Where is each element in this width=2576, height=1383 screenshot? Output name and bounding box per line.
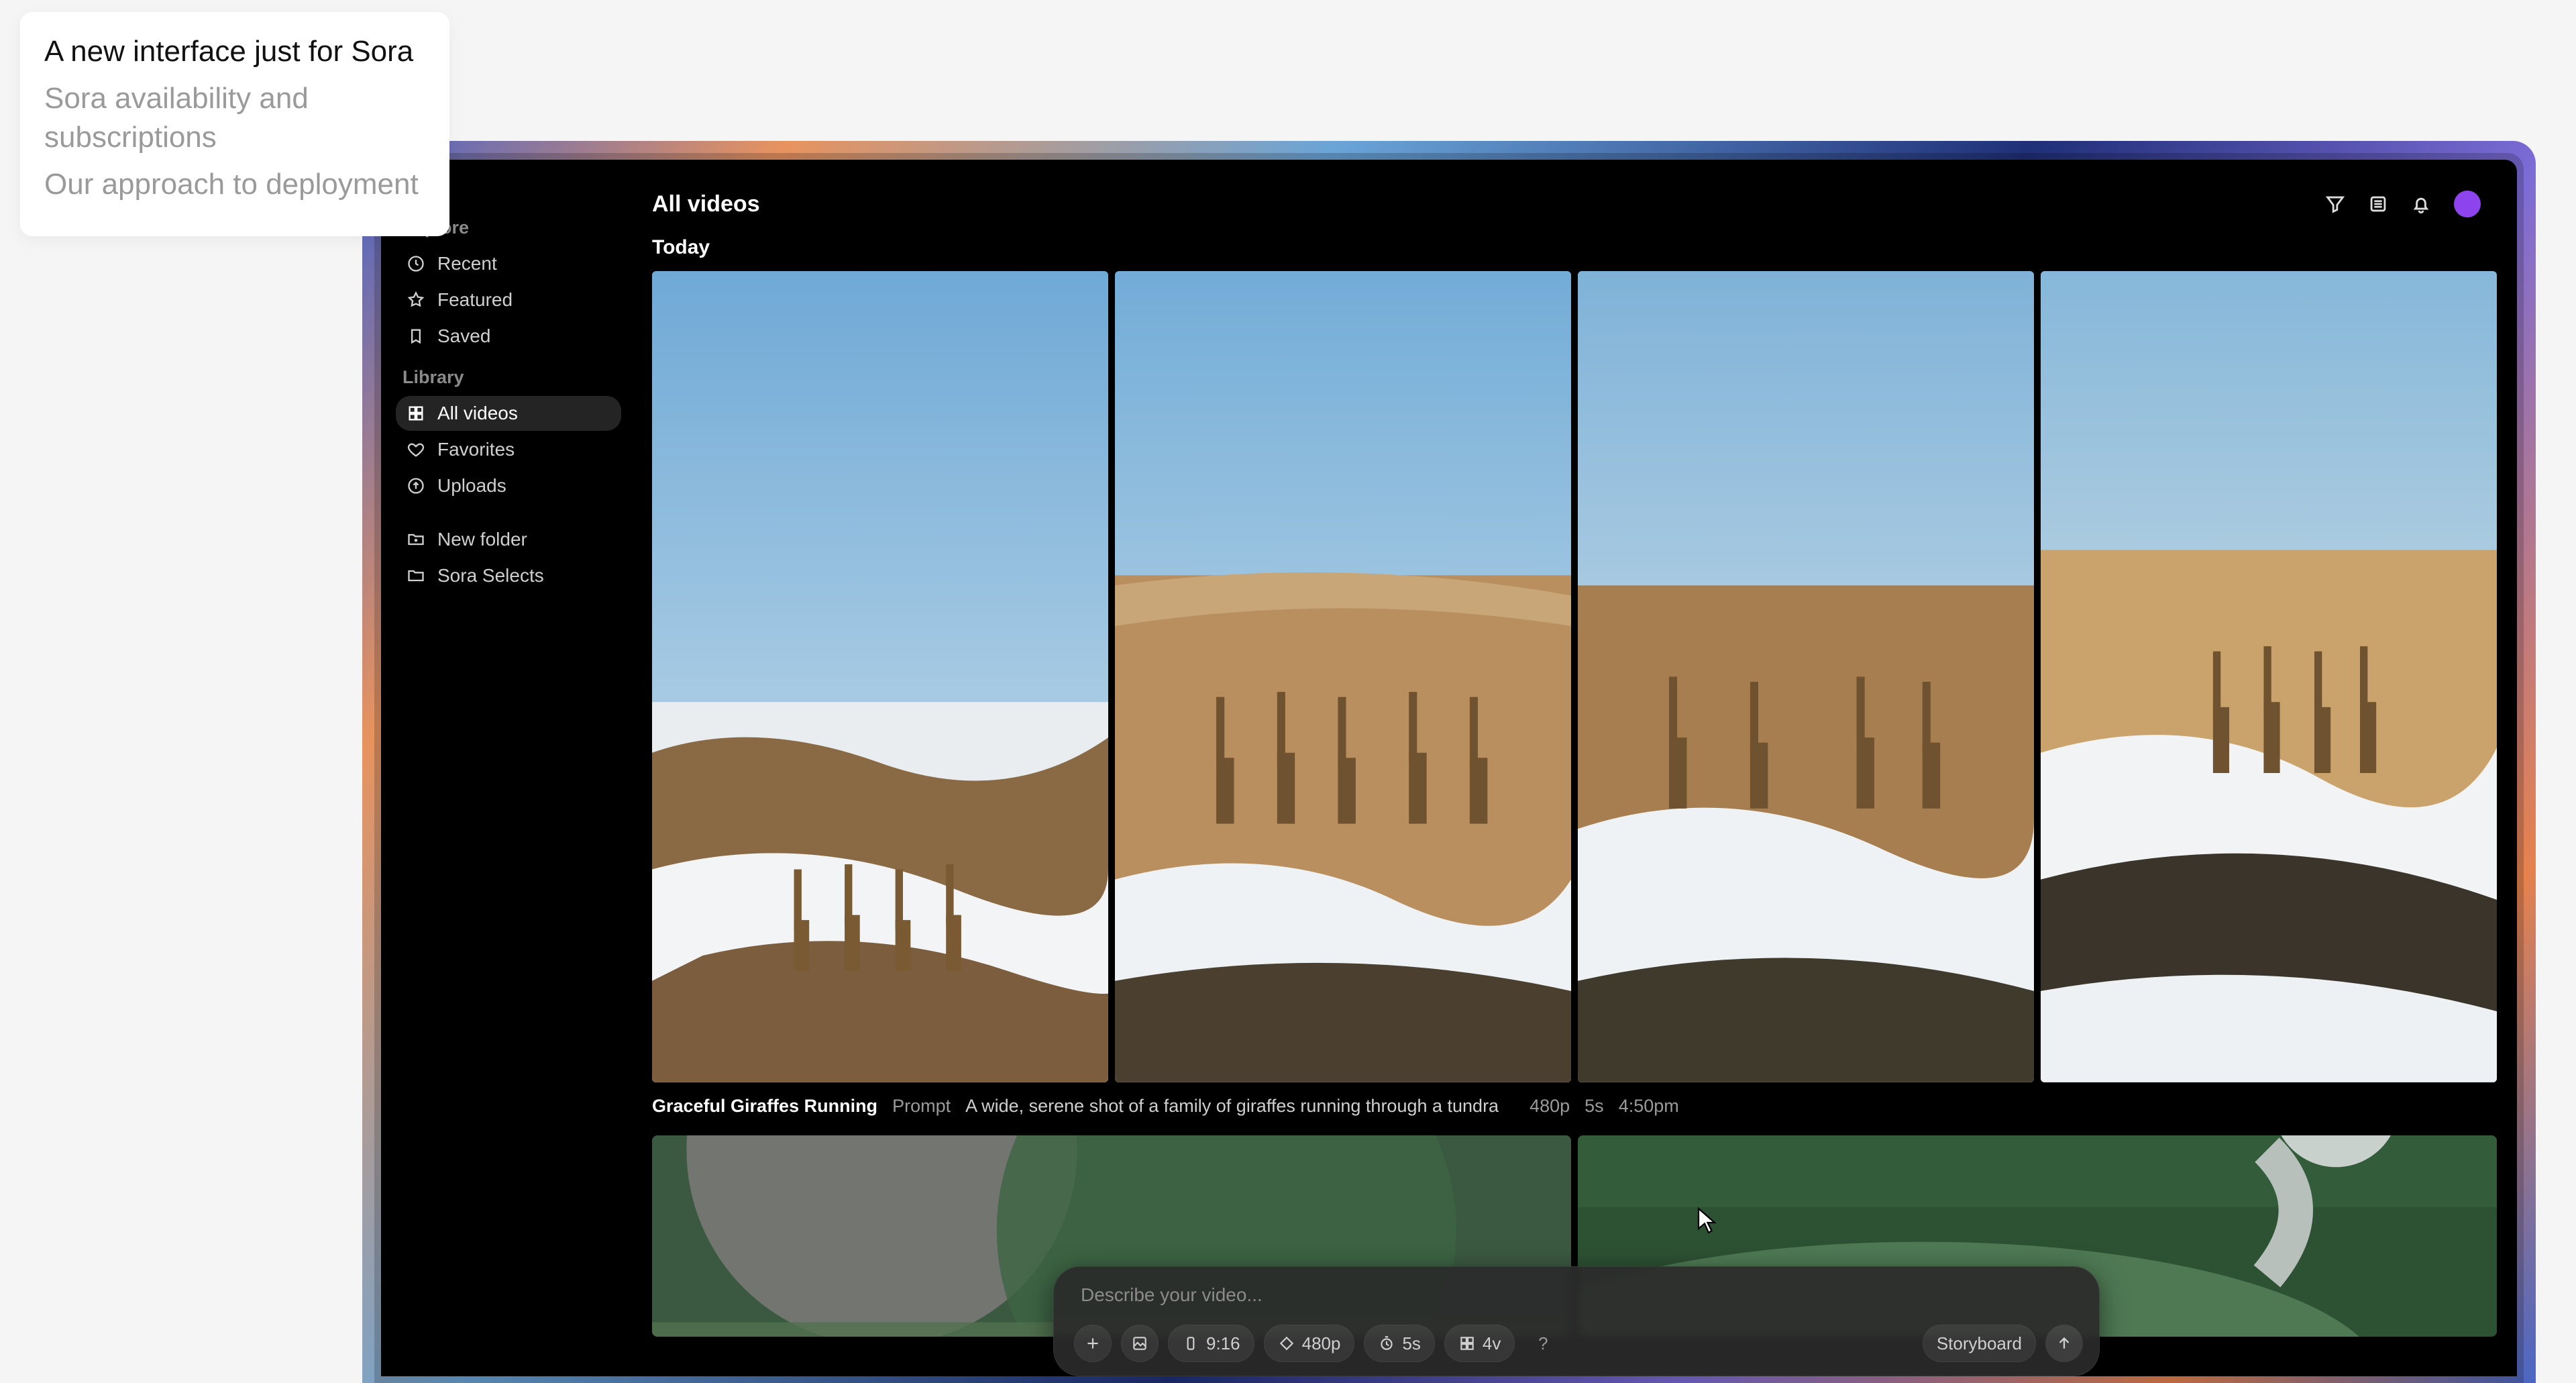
resolution-chip[interactable]: 480p [1264,1325,1355,1362]
grid-icon [405,403,427,424]
bookmark-icon [405,325,427,347]
sidebar-item-label: Uploads [437,475,506,497]
timer-icon [1378,1335,1395,1352]
folder-icon [405,565,427,586]
article-nav-card: A new interface just for Sora Sora avail… [20,12,449,236]
sidebar-item-recent[interactable]: Recent [396,246,621,281]
storyboard-button[interactable]: Storyboard [1923,1325,2036,1362]
sidebar-item-favorites[interactable]: Favorites [396,432,621,467]
sidebar-item-label: Recent [437,253,497,274]
list-view-button[interactable] [2360,186,2396,222]
video-thumbnail[interactable] [2041,271,2497,1082]
resolution-value: 480p [1302,1333,1341,1354]
article-nav-item[interactable]: Our approach to deployment [44,165,425,204]
star-icon [405,289,427,311]
add-button[interactable] [1074,1325,1112,1362]
duration-chip[interactable]: 5s [1364,1325,1434,1362]
video-time: 4:50pm [1619,1096,1679,1117]
submit-button[interactable] [2045,1325,2083,1362]
prompt-input[interactable] [1081,1284,2079,1306]
video-variants-row [636,271,2497,1082]
sidebar-item-all-videos[interactable]: All videos [396,396,621,431]
prompt-composer: 9:16 480p 5s 4v [1053,1266,2100,1376]
video-caption: Graceful Giraffes Running Prompt A wide,… [636,1082,2497,1135]
main-panel: All videos Today [636,160,2517,1376]
clock-icon [405,253,427,274]
help-button[interactable]: ? [1524,1325,1562,1362]
bell-icon [2410,193,2432,215]
sidebar-item-new-folder[interactable]: New folder [396,522,621,557]
video-title: Graceful Giraffes Running [652,1096,877,1117]
filter-button[interactable] [2317,186,2353,222]
aspect-value: 9:16 [1206,1333,1240,1354]
aspect-ratio-chip[interactable]: 9:16 [1168,1325,1254,1362]
sidebar-item-label: Sora Selects [437,565,544,586]
sidebar-section-library: Library [402,367,621,388]
question-icon: ? [1538,1333,1548,1354]
image-icon [1131,1335,1148,1352]
storyboard-label: Storyboard [1937,1333,2022,1354]
list-icon [2367,193,2390,215]
grid-icon [1458,1335,1476,1352]
sidebar-item-uploads[interactable]: Uploads [396,468,621,503]
group-label-today: Today [636,227,2497,271]
page-title: All videos [652,191,760,217]
upload-icon [405,475,427,497]
sidebar-item-label: All videos [437,403,518,424]
sidebar-item-saved[interactable]: Saved [396,319,621,354]
folder-plus-icon [405,529,427,550]
sidebar-item-label: Saved [437,325,490,347]
plus-icon [1084,1335,1102,1352]
portrait-icon [1182,1335,1199,1352]
video-duration: 5s [1585,1096,1604,1117]
video-thumbnail[interactable] [1578,271,2034,1082]
sidebar: Explore Recent Featured Saved Library Al… [381,160,636,1376]
heart-icon [405,439,427,460]
sidebar-item-label: Featured [437,289,513,311]
avatar[interactable] [2454,191,2481,217]
variations-chip[interactable]: 4v [1444,1325,1515,1362]
duration-value: 5s [1402,1333,1420,1354]
video-prompt-label: Prompt [892,1096,951,1117]
diamond-icon [1278,1335,1295,1352]
sidebar-item-label: New folder [437,529,527,550]
preset-button[interactable] [1121,1325,1159,1362]
topbar: All videos [636,160,2497,227]
article-nav-item[interactable]: Sora availability and subscriptions [44,79,425,157]
sora-app-window: Explore Recent Featured Saved Library Al… [381,160,2517,1376]
video-thumbnail[interactable] [652,271,1108,1082]
article-nav-item[interactable]: A new interface just for Sora [44,32,425,71]
video-resolution: 480p [1529,1096,1570,1117]
sidebar-item-sora-selects[interactable]: Sora Selects [396,558,621,593]
sidebar-item-featured[interactable]: Featured [396,283,621,317]
arrow-up-icon [2055,1335,2073,1352]
video-thumbnail[interactable] [1115,271,1571,1082]
variations-value: 4v [1483,1333,1501,1354]
sidebar-item-label: Favorites [437,439,515,460]
device-bezel: Explore Recent Featured Saved Library Al… [362,141,2536,1383]
filter-icon [2324,193,2347,215]
video-prompt: A wide, serene shot of a family of giraf… [965,1096,1499,1117]
notifications-button[interactable] [2403,186,2439,222]
